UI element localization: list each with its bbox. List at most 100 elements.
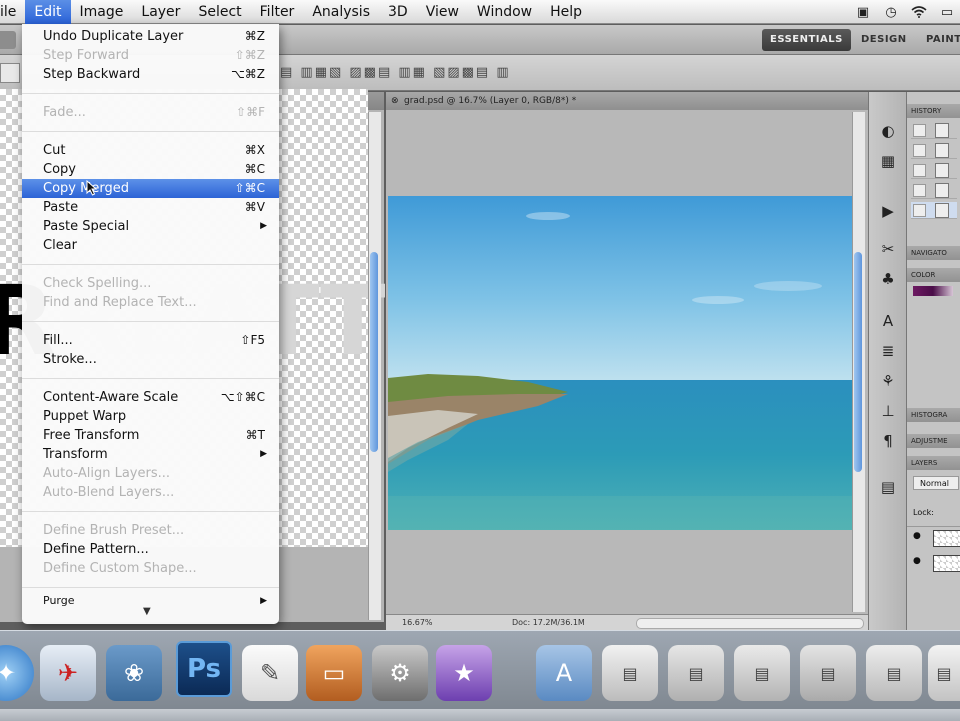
layer-row[interactable]: ● — [907, 526, 960, 549]
menu-scroll-down-arrow[interactable]: ▼ — [143, 606, 151, 617]
history-row[interactable] — [911, 162, 957, 179]
mac-dock: ✦ ✈ ❀ Ps ✎ ▭ ⚙ ★ A ▤ ▤ ▤ ▤ ▤ ▤ — [0, 630, 960, 721]
paragraph-icon[interactable]: ≣ — [877, 340, 899, 362]
menu-item-cut[interactable]: Cut ⌘X — [22, 141, 279, 160]
minimized-window-icon[interactable]: ▤ — [602, 645, 658, 701]
menu-item-content-aware-scale[interactable]: Content-Aware Scale ⌥⇧⌘C — [22, 388, 279, 407]
menu-item-free-transform[interactable]: Free Transform ⌘T — [22, 426, 279, 445]
workspace-essentials-button[interactable]: ESSENTIALS — [762, 29, 851, 51]
system-preferences-icon[interactable]: ⚙ — [372, 645, 428, 701]
clone-source-icon[interactable]: ⚘ — [877, 370, 899, 392]
menu-item-auto-blend: Auto-Blend Layers... — [43, 485, 175, 500]
menu-item-puppet-warp[interactable]: Puppet Warp — [22, 407, 279, 426]
left-doc-scroll-thumb[interactable] — [370, 252, 378, 452]
eye-icon[interactable]: ● — [913, 531, 921, 541]
menu-item-define-shape: Define Custom Shape... — [43, 561, 197, 576]
workspace-design-button[interactable]: DESIGN — [853, 29, 915, 51]
menu-item-define-pattern[interactable]: Define Pattern... — [22, 540, 279, 559]
layer-row[interactable]: ● — [907, 552, 960, 574]
dock-shelf — [0, 709, 960, 721]
menu-item-copy[interactable]: Copy ⌘C — [22, 160, 279, 179]
submenu-arrow-icon: ▶ — [260, 449, 267, 459]
history-row[interactable] — [911, 182, 957, 199]
wifi-icon[interactable] — [910, 5, 928, 19]
menu-item-paste-special[interactable]: Paste Special ▶ — [22, 217, 279, 236]
workspace-paint-button[interactable]: PAINT — [918, 29, 960, 51]
menu-help[interactable]: Help — [541, 0, 591, 24]
app-bar-left-control[interactable] — [0, 31, 16, 49]
menu-item-transform[interactable]: Transform ▶ — [22, 445, 279, 464]
tool-presets-icon[interactable]: ✂ — [877, 238, 899, 260]
menu-item-fill[interactable]: Fill... ⇧F5 — [22, 331, 279, 350]
safari-icon[interactable]: ✦ — [0, 645, 34, 701]
menu-3d[interactable]: 3D — [379, 0, 417, 24]
textedit-icon[interactable]: ✎ — [242, 645, 298, 701]
actions-play-icon[interactable]: ▶ — [877, 200, 899, 222]
minimized-window-icon[interactable]: ▤ — [866, 645, 922, 701]
color-swatch-bar[interactable] — [913, 286, 953, 296]
lock-label: Lock: — [913, 508, 934, 517]
menu-analysis[interactable]: Analysis — [303, 0, 379, 24]
paint-bucket-icon[interactable]: ♣ — [877, 268, 899, 290]
history-row[interactable] — [911, 122, 957, 139]
doc-size-readout[interactable]: Doc: 17.2M/36.1M — [512, 615, 585, 631]
tool-preset-picker[interactable] — [0, 63, 20, 83]
left-doc-scrollbar[interactable] — [368, 112, 381, 620]
align-buttons-icon[interactable]: ▤ ▥▦▧ ▨▩▤ ▥▦ ▧▨▩▤ ▥ — [280, 65, 511, 80]
history-panel-tab[interactable]: HISTORY — [907, 104, 960, 118]
menu-item-copy-merged[interactable]: Copy Merged ⇧⌘C — [22, 179, 279, 198]
right-doc-scrollbar[interactable] — [852, 112, 865, 612]
character-icon[interactable]: A — [877, 310, 899, 332]
applications-folder-icon[interactable]: A — [536, 645, 592, 701]
menu-item-step-backward[interactable]: Step Backward ⌥⌘Z — [22, 65, 279, 84]
horizontal-scrollbar[interactable] — [636, 618, 864, 629]
pilcrow-icon[interactable]: ¶ — [877, 430, 899, 452]
minimized-window-icon[interactable]: ▤ — [668, 645, 724, 701]
menu-item-paste[interactable]: Paste ⌘V — [22, 198, 279, 217]
menu-window[interactable]: Window — [468, 0, 541, 24]
keynote-icon[interactable]: ▭ — [306, 645, 362, 701]
right-doc-scroll-thumb[interactable] — [854, 252, 862, 472]
video-record-icon[interactable]: ▣ — [854, 5, 872, 20]
menu-filter[interactable]: Filter — [251, 0, 304, 24]
3d-rotate-icon[interactable]: ◐ — [877, 120, 899, 142]
menu-item-clear[interactable]: Clear — [22, 236, 279, 255]
menu-item-undo[interactable]: Undo Duplicate Layer ⌘Z — [22, 27, 279, 46]
minimized-window-icon[interactable]: ▤ — [734, 645, 790, 701]
mail-icon[interactable]: ✈ — [40, 645, 96, 701]
canvas-photo[interactable] — [388, 196, 852, 530]
menu-select[interactable]: Select — [189, 0, 250, 24]
close-document-icon[interactable]: ⊗ — [391, 92, 399, 110]
navigator-panel-tab[interactable]: NAVIGATO — [907, 246, 960, 260]
menu-view[interactable]: View — [417, 0, 468, 24]
zoom-level[interactable]: 16.67% — [402, 615, 433, 631]
menu-item-auto-align: Auto-Align Layers... — [43, 466, 170, 481]
layers-panel-tab[interactable]: LAYERS — [907, 456, 960, 470]
layer-comps-icon[interactable]: ▤ — [877, 476, 899, 498]
blend-mode-select[interactable]: Normal — [913, 476, 959, 490]
color-panel-tab[interactable]: COLOR — [907, 268, 960, 282]
minimized-window-icon[interactable]: ▤ — [800, 645, 856, 701]
menu-file[interactable]: ile — [0, 0, 25, 24]
adjustments-panel-tab[interactable]: ADJUSTME — [907, 434, 960, 448]
menu-edit[interactable]: Edit — [25, 0, 71, 24]
history-row[interactable] — [911, 142, 957, 159]
menu-image[interactable]: Image — [71, 0, 133, 24]
menu-item-stroke[interactable]: Stroke... — [22, 350, 279, 369]
imovie-icon[interactable]: ★ — [436, 645, 492, 701]
menu-item-define-brush: Define Brush Preset... — [43, 523, 185, 538]
brush-presets-icon[interactable]: ⊥ — [877, 400, 899, 422]
eye-icon[interactable]: ● — [913, 556, 921, 566]
iphoto-icon[interactable]: ❀ — [106, 645, 162, 701]
minimized-window-icon[interactable]: ▤ — [928, 645, 960, 701]
menu-layer[interactable]: Layer — [132, 0, 189, 24]
airplay-icon[interactable]: ▭ — [938, 5, 956, 20]
right-document-tab[interactable]: ⊗ grad.psd @ 16.7% (Layer 0, RGB/8*) * — [386, 92, 868, 110]
history-doc-icon — [935, 123, 949, 138]
history-row-active[interactable] — [911, 202, 957, 219]
photoshop-icon[interactable]: Ps — [176, 641, 232, 697]
mouse-cursor-icon — [86, 179, 98, 199]
histogram-panel-icon[interactable]: ▦ — [877, 150, 899, 172]
histogram-panel-tab[interactable]: HISTOGRA — [907, 408, 960, 422]
time-machine-icon[interactable]: ◷ — [882, 5, 900, 20]
